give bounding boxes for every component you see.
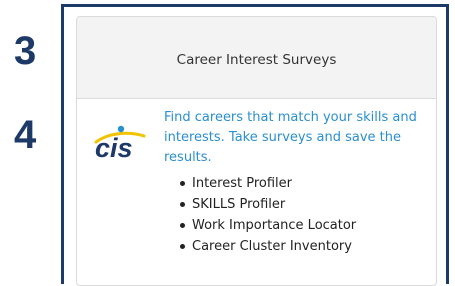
card-title: Career Interest Surveys: [176, 51, 337, 68]
survey-item-interest-profiler: Interest Profiler: [180, 173, 356, 194]
cis-logo: cis: [94, 125, 146, 163]
step-number-3: 3: [14, 29, 37, 73]
step-number-4: 4: [14, 113, 37, 157]
card-description-link[interactable]: Find careers that match your skills and …: [164, 108, 426, 168]
career-interest-surveys-card[interactable]: Career Interest Surveys cis Find careers…: [76, 16, 437, 286]
survey-list: Interest Profiler SKILLS Profiler Work I…: [180, 173, 356, 257]
cis-logo-text: cis: [95, 133, 133, 163]
survey-item-skills-profiler: SKILLS Profiler: [180, 194, 356, 215]
survey-item-work-importance-locator: Work Importance Locator: [180, 215, 356, 236]
survey-item-career-cluster-inventory: Career Cluster Inventory: [180, 236, 356, 257]
card-header: Career Interest Surveys: [77, 17, 436, 99]
